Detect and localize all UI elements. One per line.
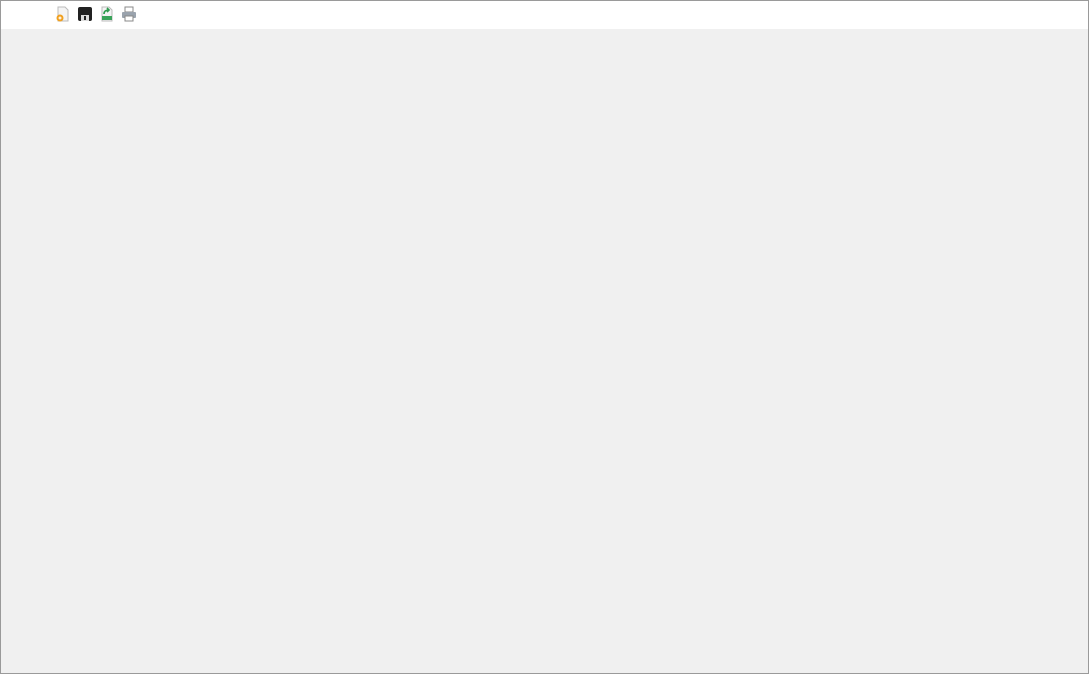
title-bar (1, 1, 1088, 29)
minimize-button[interactable] (996, 1, 1042, 29)
save-icon[interactable] (77, 6, 93, 22)
app-window (0, 0, 1089, 674)
print-icon[interactable] (121, 6, 137, 22)
quick-access-toolbar (55, 6, 137, 22)
export-icon[interactable] (99, 6, 115, 22)
new-file-icon[interactable] (55, 6, 71, 22)
